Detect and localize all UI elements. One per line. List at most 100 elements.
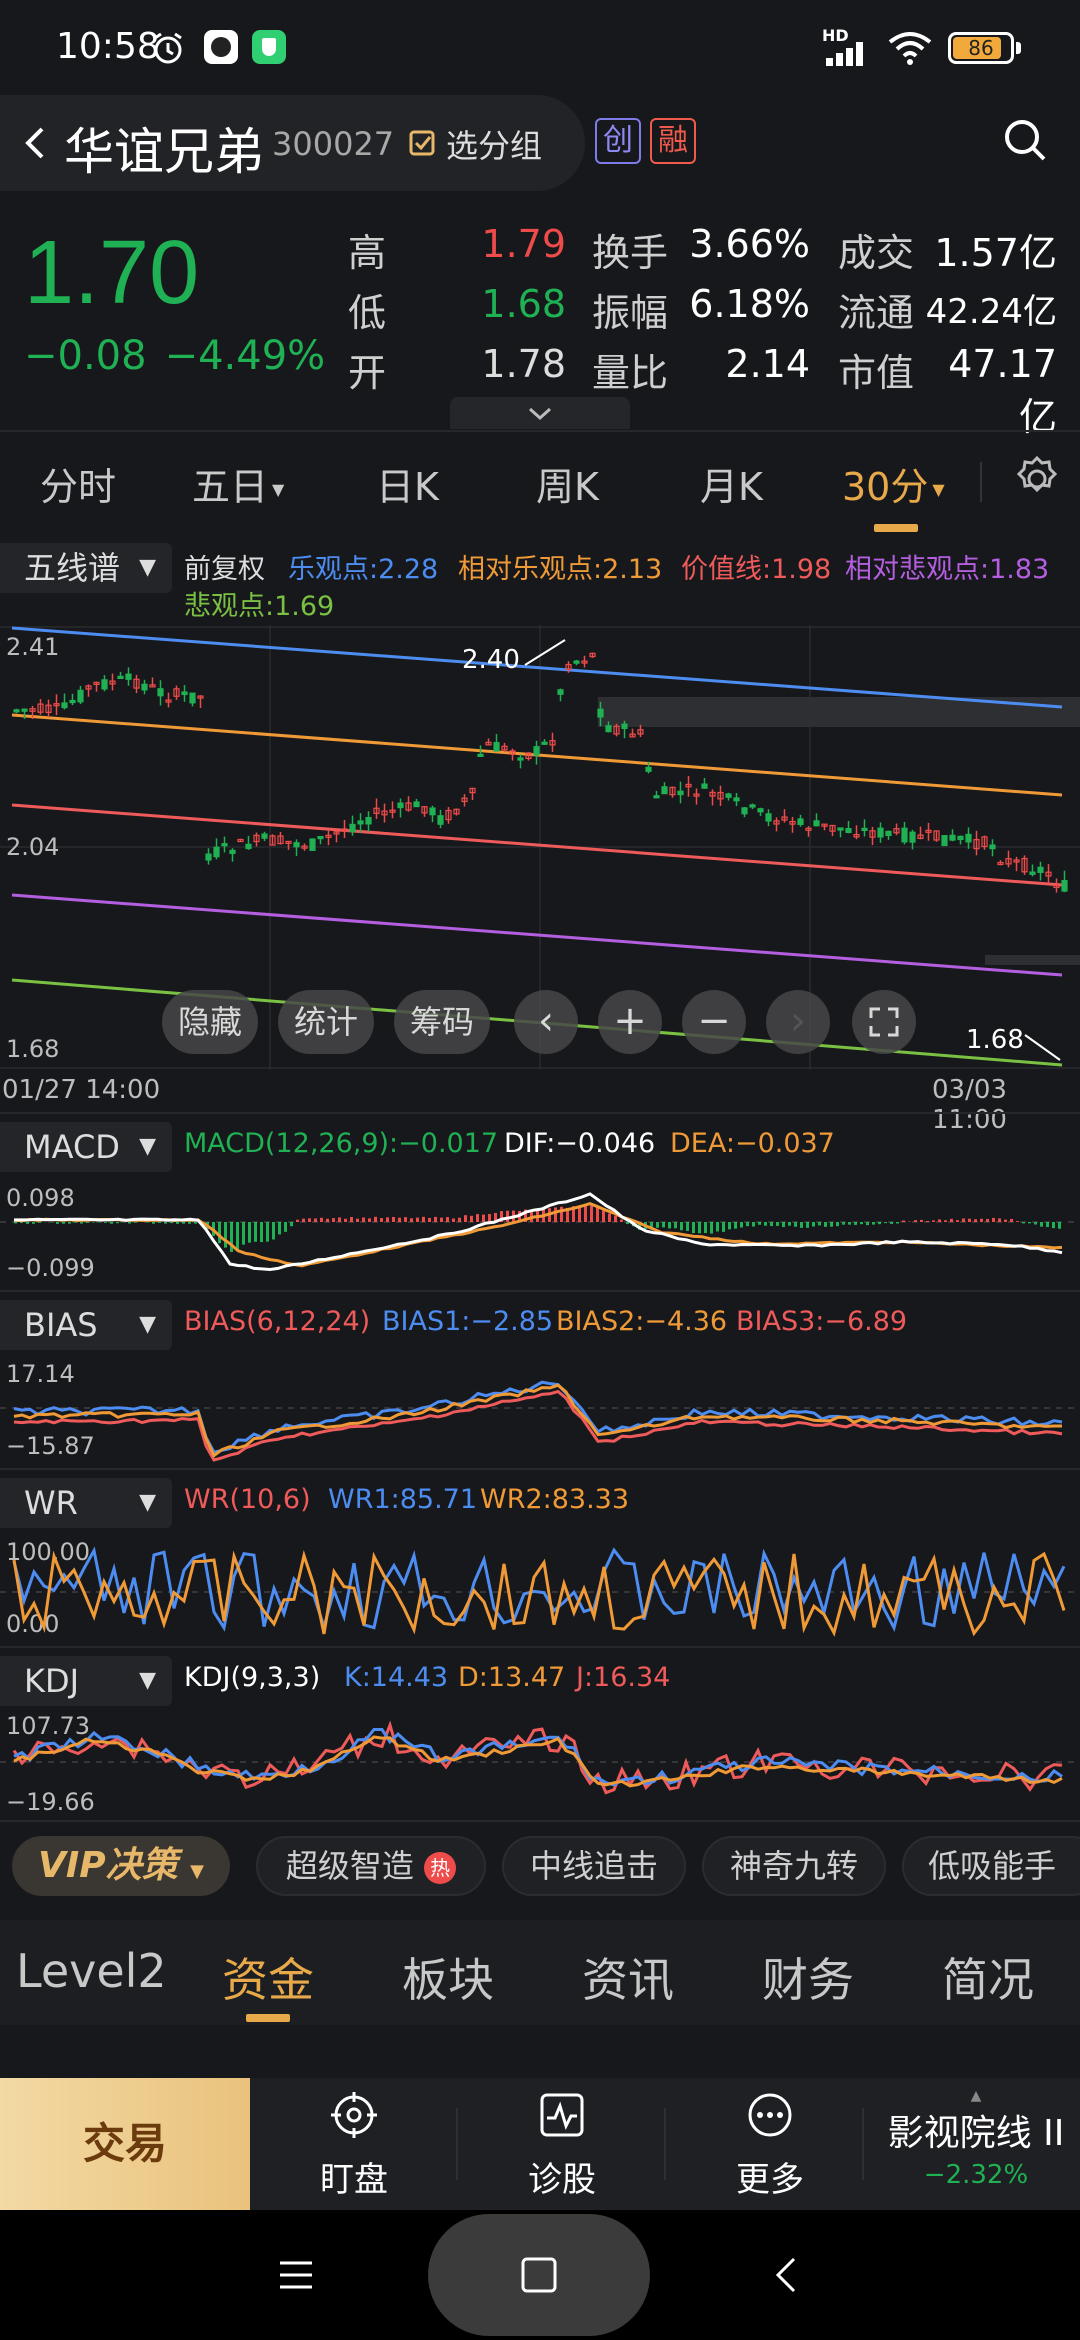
stats-button[interactable]: 统计 [278, 990, 374, 1054]
macd-bar [602, 1210, 605, 1222]
main-indicator-select[interactable]: 五线谱 ▼ [0, 543, 172, 593]
back-nav-icon[interactable] [774, 2256, 798, 2294]
kdj-d: D:13.47 [458, 1662, 566, 1693]
macd-bar [758, 1222, 761, 1225]
candle-body [965, 833, 972, 843]
candle-body [901, 827, 908, 843]
caret-down-icon: ▼ [139, 555, 156, 580]
kdj-select[interactable]: KDJ ▼ [0, 1656, 172, 1706]
sector-ticker[interactable]: ▲ 影视院线 II −2.32% [872, 2088, 1080, 2190]
select-group-label: 选分组 [446, 127, 543, 165]
scroll-right-icon[interactable]: › [766, 990, 830, 1054]
action-bar: 交易 盯盘 诊股 更多 ▲ 影视院线 II −2.32% [0, 2078, 1080, 2210]
bias-2: BIAS2:−4.36 [556, 1306, 728, 1337]
macd-bar [302, 1218, 305, 1222]
macd-bar [1022, 1222, 1025, 1224]
tab-sector[interactable]: 板块 [402, 1944, 494, 2010]
hide-button[interactable]: 隐藏 [162, 990, 258, 1054]
tab-month-k[interactable]: 月K [700, 456, 763, 511]
tab-intraday[interactable]: 分时 [40, 456, 116, 511]
tab-week-k[interactable]: 周K [536, 456, 599, 511]
change-value: −0.08 [24, 333, 147, 379]
trade-button[interactable]: 交易 [0, 2078, 250, 2210]
macd-dea: DEA:−0.037 [670, 1128, 835, 1159]
macd-bar [350, 1217, 353, 1222]
kdj-k: K:14.43 [344, 1662, 449, 1693]
float-value: 42.24亿 [925, 292, 1057, 332]
fullscreen-icon[interactable] [852, 990, 916, 1054]
diagnose-button[interactable]: 诊股 [482, 2090, 642, 2201]
macd-bar [770, 1222, 773, 1227]
candle-body [757, 808, 764, 813]
more-button[interactable]: 更多 [690, 2090, 850, 2201]
kdj-label: KDJ [24, 1662, 80, 1700]
chip-low-buy[interactable]: 低吸能手 [902, 1836, 1080, 1896]
kdj-panel[interactable]: KDJ ▼ KDJ(9,3,3) K:14.43 D:13.47 J:16.34 … [0, 1646, 1080, 1822]
macd-bar [974, 1219, 977, 1222]
bias-panel[interactable]: BIAS ▼ BIAS(6,12,24) BIAS1:−2.85 BIAS2:−4… [0, 1290, 1080, 1466]
tab-30min[interactable]: 30分 ▼ [842, 456, 945, 511]
battery-tip [1016, 42, 1021, 54]
bias-params: BIAS(6,12,24) [184, 1306, 371, 1337]
capital-subtabs [0, 2025, 1080, 2075]
tab-profile[interactable]: 简况 [942, 1944, 1034, 2010]
amplitude-label: 振幅 [592, 291, 669, 335]
vip-decision-button[interactable]: VIP决策 ▼ [12, 1836, 230, 1896]
candle-body [941, 835, 948, 847]
wr-panel[interactable]: WR ▼ WR(10,6) WR1:85.71 WR2:83.33 100.00 … [0, 1468, 1080, 1644]
battery-icon: 86 [948, 32, 1014, 64]
candle-body [221, 843, 228, 847]
last-price: 1.70 [24, 223, 200, 323]
macd-bar [698, 1222, 701, 1234]
macd-bar [314, 1218, 317, 1222]
status-bar: 10:58 HD 86 [0, 0, 1080, 95]
candle-body [989, 844, 996, 850]
active-tab-indicator [874, 524, 918, 532]
watch-button[interactable]: 盯盘 [274, 2090, 434, 2201]
chip-super-manufacturing[interactable]: 超级智造 热 [256, 1836, 486, 1896]
candle-body [413, 801, 420, 808]
tab-five-day[interactable]: 五日 ▼ [192, 456, 284, 511]
wr-select[interactable]: WR ▼ [0, 1478, 172, 1528]
bias-select[interactable]: BIAS ▼ [0, 1300, 172, 1350]
quote-panel: 1.70 −0.08 −4.49% 高 1.79 低 1.68 开 1.78 换… [0, 210, 1080, 439]
kdj-j: J:16.34 [576, 1662, 671, 1693]
candle-body [845, 828, 852, 834]
candle-body [621, 723, 628, 730]
tab-day-k[interactable]: 日K [376, 456, 439, 511]
back-icon[interactable] [14, 121, 58, 165]
macd-panel[interactable]: MACD ▼ MACD(12,26,9):−0.017 DIF:−0.046 DE… [0, 1112, 1080, 1288]
macd-select[interactable]: MACD ▼ [0, 1122, 172, 1172]
tab-capital[interactable]: 资金 [222, 1944, 314, 2010]
macd-bar [476, 1214, 479, 1222]
candle-body [749, 804, 756, 808]
chips-button[interactable]: 筹码 [394, 990, 490, 1054]
gear-icon[interactable] [1012, 454, 1062, 504]
chip-midline[interactable]: 中线追击 [502, 1836, 686, 1896]
search-icon[interactable] [1000, 115, 1050, 165]
kdj-params: KDJ(9,3,3) [184, 1662, 321, 1693]
high-label: 高 [348, 231, 387, 275]
macd-bar [728, 1222, 731, 1230]
macd-bar [470, 1215, 473, 1222]
macd-bar [776, 1222, 779, 1226]
candle-body [741, 807, 748, 815]
menu-icon[interactable] [278, 2260, 314, 2290]
tab-finance[interactable]: 财务 [762, 1944, 854, 2010]
mcap-value: 47.17亿 [948, 342, 1057, 439]
tab-news[interactable]: 资讯 [582, 1944, 674, 2010]
zoom-out-icon[interactable]: − [682, 990, 746, 1054]
home-button[interactable] [428, 2214, 650, 2336]
expand-quote-button[interactable] [450, 397, 630, 429]
candle-body [677, 790, 684, 796]
tab-level2[interactable]: Level2 [16, 1944, 167, 1998]
scroll-left-icon[interactable]: ‹ [514, 990, 578, 1054]
chip-magic-nine[interactable]: 神奇九转 [702, 1836, 886, 1896]
candle-body [949, 834, 956, 841]
time-axis-start: 01/27 14:00 [2, 1075, 161, 1105]
legend-rel-pessimistic: 相对悲观点:1.83 [845, 554, 1050, 585]
candle-body [397, 802, 404, 809]
candle-body [957, 835, 964, 841]
select-group-button[interactable]: 选分组 [408, 121, 542, 167]
zoom-in-icon[interactable]: + [598, 990, 662, 1054]
